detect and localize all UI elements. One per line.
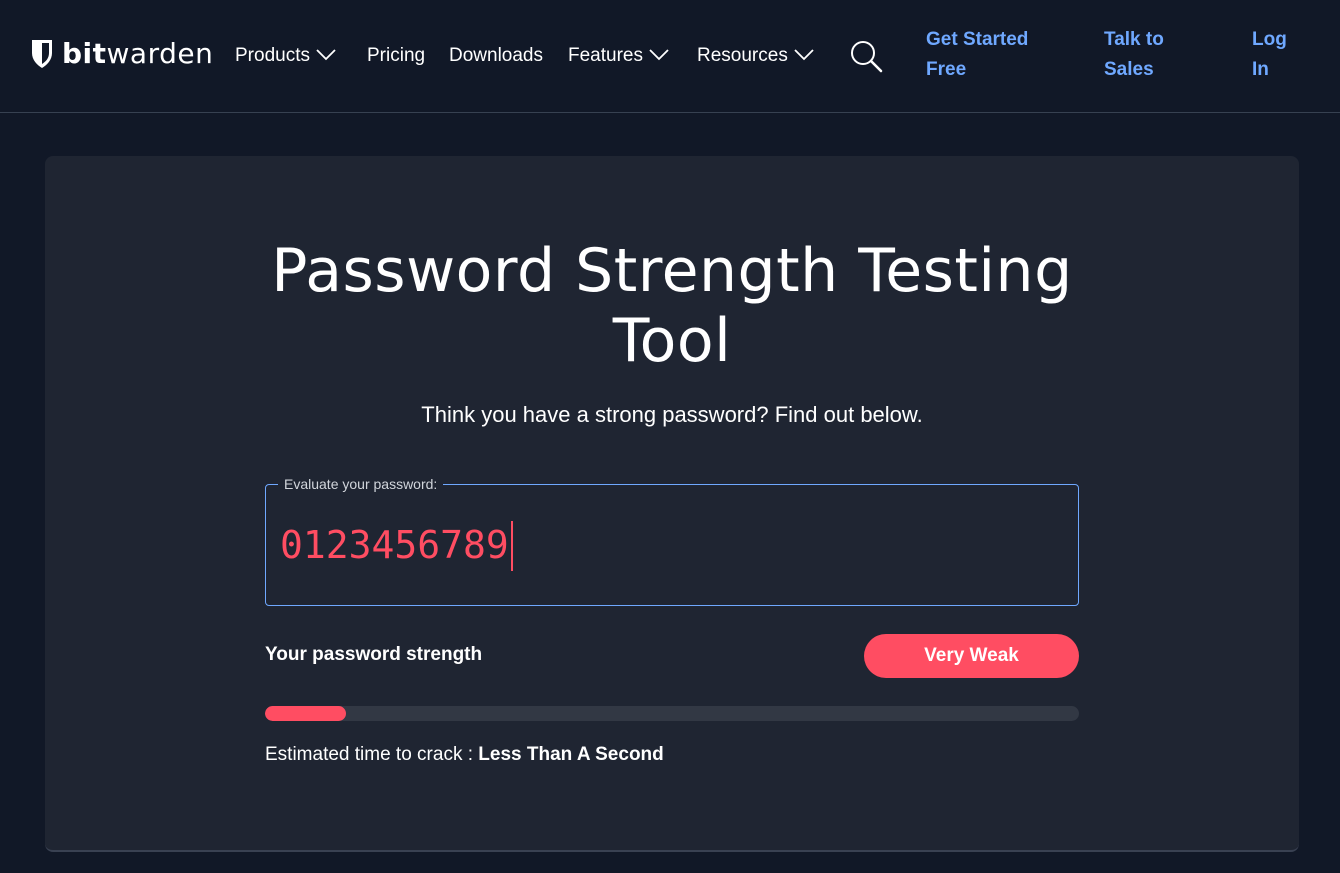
chevron-down-icon bbox=[649, 45, 669, 67]
get-started-line1: Get Started bbox=[926, 29, 1029, 50]
nav-resources-label: Resources bbox=[697, 45, 788, 66]
shield-icon bbox=[30, 39, 54, 69]
crack-time-value: Less Than A Second bbox=[478, 744, 664, 765]
nav-features[interactable]: Features bbox=[568, 42, 669, 70]
site-header: bitwarden Products Pricing Downloads Fea… bbox=[0, 0, 1340, 113]
crack-time: Estimated time to crack : Less Than A Se… bbox=[265, 744, 664, 766]
password-field[interactable]: Evaluate your password: bbox=[265, 474, 1079, 606]
nav-downloads-label: Downloads bbox=[449, 45, 543, 66]
nav-pricing-label: Pricing bbox=[367, 45, 426, 66]
strength-rating-badge: Very Weak bbox=[864, 634, 1079, 678]
nav-pricing[interactable]: Pricing bbox=[367, 42, 425, 70]
page-subtitle: Think you have a strong password? Find o… bbox=[421, 402, 923, 427]
password-tool-card: Password Strength Testing Tool Think you… bbox=[45, 156, 1299, 852]
strength-meter bbox=[265, 706, 1079, 721]
password-input[interactable] bbox=[280, 517, 1060, 573]
page-title-line2: Tool bbox=[612, 306, 732, 376]
log-in-line2: In bbox=[1252, 59, 1269, 80]
password-field-label: Evaluate your password: bbox=[278, 474, 444, 494]
nav-products-label: Products bbox=[235, 45, 310, 66]
log-in-link[interactable]: Log In bbox=[1252, 25, 1287, 85]
strength-label: Your password strength bbox=[265, 644, 483, 665]
get-started-free-link[interactable]: Get Started Free bbox=[926, 25, 1028, 85]
get-started-line2: Free bbox=[926, 59, 967, 80]
log-in-line1: Log bbox=[1252, 29, 1287, 50]
logo-wordmark: bitwarden bbox=[62, 37, 214, 70]
page-title: Password Strength Testing Tool bbox=[245, 236, 1099, 376]
chevron-down-icon bbox=[316, 45, 336, 67]
talk-to-sales-line2: Sales bbox=[1104, 59, 1154, 80]
bitwarden-logo[interactable]: bitwarden bbox=[30, 36, 213, 72]
page-title-line1: Password Strength Testing bbox=[271, 236, 1073, 306]
nav-resources[interactable]: Resources bbox=[697, 42, 814, 70]
chevron-down-icon bbox=[794, 45, 814, 67]
crack-time-label: Estimated time to crack : bbox=[265, 744, 479, 765]
nav-downloads[interactable]: Downloads bbox=[449, 42, 543, 70]
talk-to-sales-link[interactable]: Talk to Sales bbox=[1104, 25, 1164, 85]
search-icon bbox=[848, 41, 884, 78]
nav-products[interactable]: Products bbox=[235, 42, 336, 70]
nav-features-label: Features bbox=[568, 45, 643, 66]
talk-to-sales-line1: Talk to bbox=[1104, 29, 1164, 50]
strength-meter-fill bbox=[265, 706, 347, 721]
text-caret bbox=[510, 521, 513, 571]
search-button[interactable] bbox=[848, 38, 884, 74]
